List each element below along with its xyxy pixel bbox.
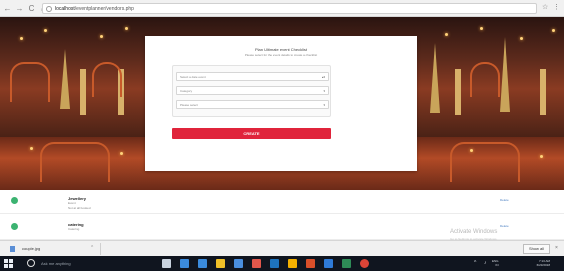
status-dot bbox=[11, 223, 18, 230]
firefox-icon[interactable] bbox=[306, 259, 315, 268]
task-view-icon[interactable] bbox=[162, 259, 171, 268]
decor-tree bbox=[430, 43, 440, 113]
clock[interactable]: 7:13 AM 6/23/2018 bbox=[510, 259, 550, 267]
office-icon[interactable] bbox=[252, 259, 261, 268]
reload-icon[interactable]: C bbox=[27, 4, 36, 13]
back-icon[interactable]: ← bbox=[3, 4, 12, 13]
taskbar-search[interactable]: Ask me anything bbox=[41, 261, 71, 266]
chevron-up-icon[interactable]: ⌃ bbox=[90, 245, 94, 251]
info-icon[interactable] bbox=[46, 5, 52, 12]
create-button[interactable]: CREATE bbox=[172, 128, 331, 139]
category-select-value: Category bbox=[180, 88, 193, 93]
chevron-down-icon: ▾ bbox=[323, 88, 325, 93]
decor-tree bbox=[60, 49, 70, 109]
address-bar[interactable]: localhost/eventplanner/vendors.php bbox=[42, 3, 537, 14]
modal-subtitle: Please select for the event details to c… bbox=[244, 53, 318, 57]
tray-overflow-icon[interactable]: ^ bbox=[474, 260, 476, 266]
chrome-icon[interactable] bbox=[360, 259, 369, 268]
forward-icon[interactable]: → bbox=[15, 4, 24, 13]
list-item[interactable]: Jewellery Event Not at all booked Delete bbox=[0, 190, 564, 214]
image-file-icon bbox=[10, 246, 15, 252]
mail-icon[interactable] bbox=[324, 259, 333, 268]
ie-browser-icon[interactable] bbox=[198, 259, 207, 268]
chevron-down-icon: ▾ bbox=[323, 102, 325, 107]
modal-title: Plan Ultimate event Checklist bbox=[254, 47, 308, 52]
checklist-modal: Plan Ultimate event Checklist Please sel… bbox=[145, 36, 417, 171]
close-icon[interactable]: × bbox=[555, 245, 558, 251]
windows-start-icon[interactable] bbox=[4, 259, 13, 268]
detail-select-value: Please select bbox=[180, 102, 198, 107]
show-all-button[interactable]: Show all bbox=[523, 244, 550, 254]
status-dot bbox=[11, 197, 18, 204]
date-field-placeholder: Select a date event bbox=[180, 74, 206, 79]
date-field[interactable]: Select a date event ▴▾ bbox=[176, 72, 329, 81]
category-select[interactable]: Category ▾ bbox=[176, 86, 329, 95]
word-icon[interactable] bbox=[270, 259, 279, 268]
file-explorer-icon[interactable] bbox=[216, 259, 225, 268]
app-icon[interactable] bbox=[342, 259, 351, 268]
volume-icon[interactable]: ♪ bbox=[484, 260, 487, 266]
download-bar: couple.jpg ⌃ Show all × bbox=[0, 240, 564, 256]
edge-browser-icon[interactable] bbox=[180, 259, 189, 268]
delete-link[interactable]: Delete bbox=[500, 224, 509, 228]
list-item-meta: Event Not at all booked bbox=[68, 201, 91, 210]
folder-icon[interactable] bbox=[288, 259, 297, 268]
browser-toolbar: ← → C ⌂ localhost/eventplanner/vendors.p… bbox=[0, 0, 564, 17]
stepper-icon[interactable]: ▴▾ bbox=[322, 75, 325, 79]
store-icon[interactable] bbox=[234, 259, 243, 268]
taskbar: Ask me anything ^ ♪ ENG IN 7:13 AM 6/23/… bbox=[0, 256, 564, 271]
detail-select[interactable]: Please select ▾ bbox=[176, 100, 329, 109]
cortana-icon[interactable] bbox=[27, 259, 35, 267]
menu-icon[interactable]: ⋮ bbox=[553, 4, 560, 11]
language-indicator[interactable]: ENG IN bbox=[492, 259, 499, 267]
download-file-name[interactable]: couple.jpg bbox=[22, 246, 40, 251]
url-text: localhost/eventplanner/vendors.php bbox=[55, 5, 134, 12]
form-card: Select a date event ▴▾ Category ▾ Please… bbox=[172, 65, 331, 117]
delete-link[interactable]: Delete bbox=[500, 198, 509, 202]
list-item-meta: Catering bbox=[68, 227, 80, 231]
decor-tree bbox=[500, 37, 510, 112]
bookmark-star-icon[interactable]: ☆ bbox=[542, 4, 549, 11]
